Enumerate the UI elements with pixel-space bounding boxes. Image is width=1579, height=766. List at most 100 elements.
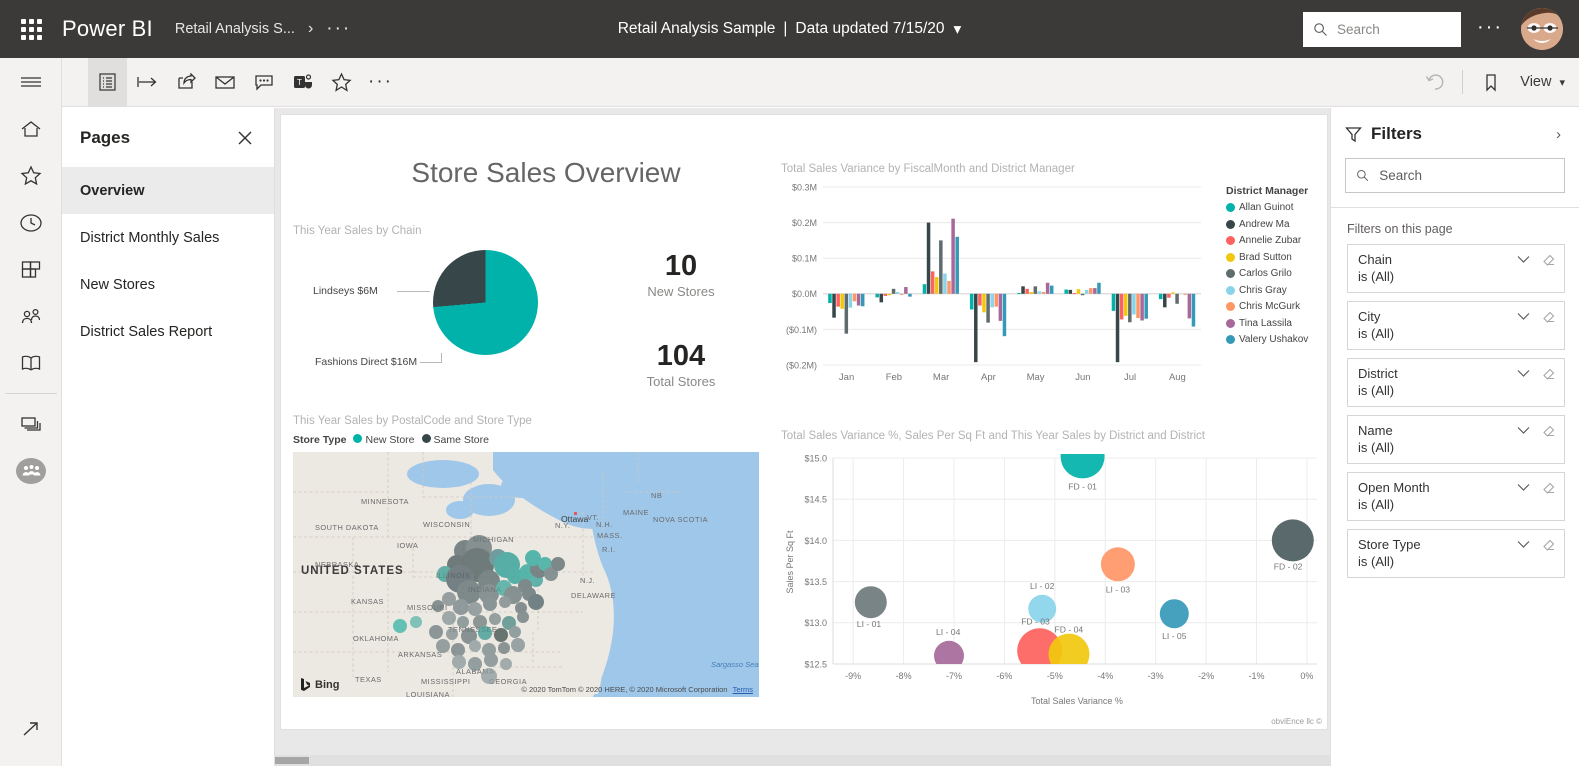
- bar[interactable]: [1120, 294, 1124, 320]
- clear-filter-icon[interactable]: [1542, 538, 1556, 551]
- app-launcher-icon[interactable]: [0, 0, 62, 58]
- sidebar-item-current-workspace[interactable]: [0, 447, 62, 494]
- filters-search-box[interactable]: [1345, 158, 1565, 193]
- sidebar-item-expand[interactable]: [0, 705, 62, 752]
- bar[interactable]: [939, 240, 943, 293]
- bar[interactable]: [982, 294, 986, 313]
- clear-filter-icon[interactable]: [1542, 424, 1556, 437]
- chevron-down-icon[interactable]: [1517, 369, 1530, 378]
- legend-item[interactable]: Chris McGurk: [1226, 301, 1308, 312]
- bar[interactable]: [990, 294, 994, 308]
- chevron-down-icon[interactable]: ▾: [954, 20, 962, 39]
- bar[interactable]: [840, 294, 844, 309]
- sidebar-item-workspaces[interactable]: [0, 400, 62, 447]
- scatter-bubble[interactable]: [1101, 547, 1135, 581]
- bar[interactable]: [1128, 294, 1132, 322]
- map-visual[interactable]: This Year Sales by PostalCode and Store …: [293, 415, 778, 715]
- bar[interactable]: [861, 294, 865, 306]
- sidebar-item-recent[interactable]: [0, 199, 62, 246]
- toolbar-favorite-button[interactable]: [322, 58, 361, 106]
- toolbar-more-button[interactable]: ···: [361, 58, 400, 106]
- global-search-input[interactable]: [1337, 22, 1451, 37]
- bar[interactable]: [1017, 293, 1021, 294]
- breadcrumb-more-icon[interactable]: ···: [326, 24, 351, 34]
- bar[interactable]: [1093, 288, 1097, 294]
- filter-card[interactable]: Cityis (All): [1347, 301, 1565, 350]
- legend-item[interactable]: Chris Gray: [1226, 285, 1308, 296]
- legend-item[interactable]: Carlos Grilo: [1226, 268, 1308, 279]
- user-avatar[interactable]: [1521, 8, 1563, 50]
- toolbar-subscribe-button[interactable]: [205, 58, 244, 106]
- bar[interactable]: [955, 237, 959, 294]
- legend-item-same-store[interactable]: Same Store: [422, 434, 489, 446]
- scatter-bubble[interactable]: [855, 586, 887, 618]
- bar[interactable]: [986, 294, 990, 323]
- bing-logo[interactable]: Bing: [300, 678, 339, 692]
- legend-item[interactable]: Allan Guinot: [1226, 202, 1308, 213]
- bar[interactable]: [1034, 286, 1038, 293]
- filter-card[interactable]: Open Monthis (All): [1347, 472, 1565, 521]
- bar[interactable]: [1073, 293, 1077, 294]
- bar[interactable]: [1081, 294, 1085, 295]
- bar[interactable]: [927, 223, 931, 294]
- bar[interactable]: [1188, 294, 1192, 319]
- bar[interactable]: [970, 294, 974, 310]
- sidebar-item-new-stores[interactable]: New Stores: [62, 261, 274, 308]
- bar[interactable]: [1029, 292, 1033, 294]
- legend-item[interactable]: Andrew Ma: [1226, 219, 1308, 230]
- bar[interactable]: [935, 277, 939, 294]
- bar[interactable]: [836, 294, 840, 307]
- bar[interactable]: [1163, 294, 1167, 308]
- bar[interactable]: [951, 219, 955, 294]
- chevron-down-icon[interactable]: [1517, 483, 1530, 492]
- bar[interactable]: [1069, 290, 1073, 294]
- clear-filter-icon[interactable]: [1542, 253, 1556, 266]
- close-icon[interactable]: [234, 127, 256, 149]
- bar[interactable]: [880, 294, 884, 303]
- chevron-down-icon[interactable]: [1517, 426, 1530, 435]
- sidebar-item-home[interactable]: [0, 105, 62, 152]
- sidebar-item-hamburger-menu[interactable]: [0, 58, 62, 105]
- bar[interactable]: [904, 287, 908, 294]
- clear-filter-icon[interactable]: [1542, 481, 1556, 494]
- bar[interactable]: [1046, 283, 1050, 294]
- legend-item[interactable]: Valery Ushakov: [1226, 334, 1308, 345]
- clear-filter-icon[interactable]: [1542, 310, 1556, 323]
- bar[interactable]: [1021, 286, 1025, 293]
- bar[interactable]: [1184, 294, 1188, 295]
- canvas-horizontal-scrollbar[interactable]: [275, 755, 1330, 766]
- sidebar-item-apps[interactable]: [0, 246, 62, 293]
- bar[interactable]: [978, 294, 982, 306]
- bar[interactable]: [1124, 294, 1128, 316]
- scatter-bubble[interactable]: [1061, 442, 1105, 478]
- bar[interactable]: [974, 294, 978, 362]
- bar[interactable]: [875, 294, 879, 298]
- bar[interactable]: [1050, 286, 1054, 294]
- filter-card[interactable]: Store Typeis (All): [1347, 529, 1565, 578]
- bar[interactable]: [853, 294, 857, 301]
- expand-filters-icon[interactable]: ›: [1552, 126, 1565, 143]
- bar[interactable]: [1097, 283, 1101, 294]
- chevron-down-icon[interactable]: [1517, 312, 1530, 321]
- header-more-options-icon[interactable]: ···: [1477, 20, 1503, 34]
- sidebar-item-district-monthly-sales[interactable]: District Monthly Sales: [62, 214, 274, 261]
- clear-filter-icon[interactable]: [1542, 367, 1556, 380]
- bar[interactable]: [931, 271, 935, 293]
- bar[interactable]: [845, 294, 849, 334]
- toolbar-bookmarks-button[interactable]: [1471, 58, 1510, 106]
- toolbar-export-button[interactable]: [127, 58, 166, 106]
- bar[interactable]: [908, 294, 911, 297]
- column-chart-visual[interactable]: Total Sales Variance by FiscalMonth and …: [781, 163, 1326, 408]
- scatter-bubble[interactable]: [1272, 519, 1314, 561]
- bar[interactable]: [1064, 290, 1068, 294]
- bar[interactable]: [1085, 290, 1089, 294]
- bar[interactable]: [999, 294, 1003, 321]
- map-terms-link[interactable]: Terms: [733, 685, 753, 694]
- bar[interactable]: [1159, 294, 1163, 299]
- bar[interactable]: [896, 292, 900, 294]
- bar[interactable]: [1144, 294, 1148, 319]
- toolbar-view-button[interactable]: View ▾: [1520, 74, 1565, 90]
- bar[interactable]: [943, 274, 947, 294]
- toolbar-teams-button[interactable]: T: [283, 58, 322, 106]
- bar[interactable]: [1003, 294, 1007, 336]
